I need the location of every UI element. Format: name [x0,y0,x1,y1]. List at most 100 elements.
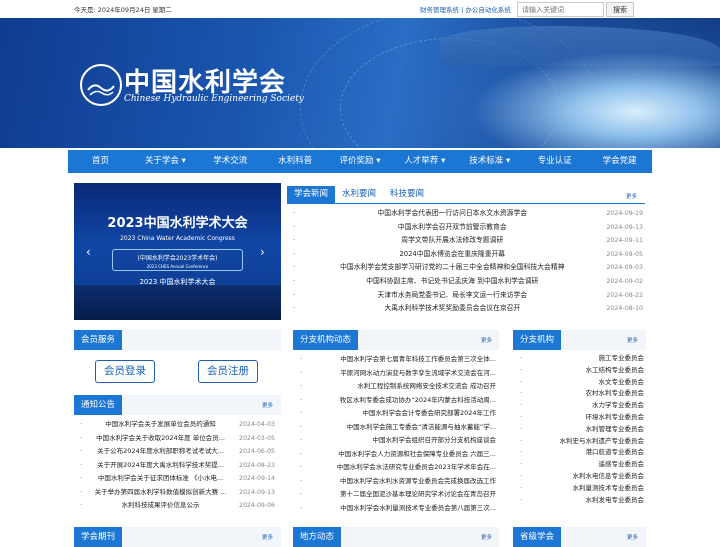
list-item[interactable]: 水文专业委员会 [520,377,645,389]
list-item[interactable]: 农村水利专业委员会 [520,388,645,400]
nav-home[interactable]: 首页 [68,150,133,173]
slider-city-image [74,285,281,320]
list-item[interactable]: 水利科技成果评价信息公示2024-09-06 [80,499,275,513]
nav-talent[interactable]: 人才举荐 ▾ [392,150,457,173]
slider-prev-icon[interactable]: ‹ [86,245,91,259]
list-item[interactable]: 中国水利学会第七届青年科技工作委员会第三次全体... [300,353,496,367]
list-item[interactable]: 水利量测技术专业委员会 [520,483,645,495]
list-item[interactable]: 中国水利学会召开双节前警示教育会2024-09-13 [293,221,643,235]
list-item[interactable]: 中国水利学会关于征求团体标准 《小水电...2024-09-14 [80,472,275,486]
member-login-button[interactable]: 会员登录 [95,360,155,383]
news-more-link[interactable]: 更多 [626,192,637,200]
branch-news-title: 分支机构动态 [293,330,359,350]
list-item[interactable]: 水工结构专业委员会 [520,365,645,377]
list-item[interactable]: 中国水利学会施工专委会“清洁能源与抽水蓄能”学... [300,421,496,435]
list-item[interactable]: 水力学专业委员会 [520,400,644,412]
list-item[interactable]: 中国水利学会水利量测技术专业委员会第八届第三次... [300,502,496,516]
top-bar: 今天是: 2024年09月24日 星期二 财务管理系统 | 办公自动化系统 搜索 [0,0,720,18]
nav-certification[interactable]: 专业认证 [522,150,587,173]
local-news-header: 地方动态 [293,527,499,547]
list-item[interactable]: 第十二届全国泥沙基本理论研究学术讨论会在青岛召开 [300,488,496,502]
list-item[interactable]: 牧区水利专委会成功协办“2024年内蒙古科技活动周... [300,394,496,408]
slider-title: 2023中国水利学术大会 [107,216,248,231]
tab-water-news[interactable]: 水利要闻 [335,186,384,203]
tab-underline [287,203,645,204]
news-list: 中国水利学会代表团一行访问日本水文水资源学会2024-09-19 中国水利学会召… [293,207,643,316]
member-panel-title: 会员服务 [74,330,123,350]
nav-standards[interactable]: 技术标准 ▾ [457,150,522,173]
list-item[interactable]: 平原河网水动力演变与数字孪生流域学术交流会在河... [300,367,496,381]
list-item[interactable]: 关于公布2024年度水利部职称考试考试大...2024-06-05 [80,445,275,459]
list-item[interactable]: 水利工程控制系统网络安全技术交流会 成功召开 [300,380,496,394]
local-news-title: 地方动态 [293,527,342,547]
list-item[interactable]: 中国水利学会人力资源和社会保障专业委员会 六届三... [300,448,496,462]
list-item[interactable]: 环境水利专业委员会 [520,412,645,424]
list-item[interactable]: 中国水利学会水法研究专业委员会2023年学术年会在... [300,461,496,475]
list-item[interactable]: 水利水电信息专业委员会 [520,471,645,483]
branches-title: 分支机构 [513,330,562,350]
list-item[interactable]: 遥感专业委员会 [520,459,645,471]
nav-party[interactable]: 学会党建 [587,150,652,173]
branches-list: 施工专业委员会 水工结构专业委员会 水文专业委员会 农村水利专业委员会 水力学专… [520,353,645,507]
member-register-button[interactable]: 会员注册 [198,360,258,383]
branches-more-link[interactable]: 更多 [627,336,638,344]
notice-panel-title: 通知公告 [74,395,123,415]
list-item[interactable]: 中国水利学会代表团一行访问日本水文水资源学会2024-09-19 [293,207,643,221]
notice-panel-header: 通知公告 [74,395,281,415]
list-item[interactable]: 关于举办第四届水利学科数值模拟创新大赛 ...2024-09-13 [80,486,275,500]
nav-awards[interactable]: 评价奖励 ▾ [328,150,393,173]
branch-news-list: 中国水利学会第七届青年科技工作委员会第三次全体... 平原河网水动力演变与数字孪… [300,353,496,515]
nav-about[interactable]: 关于学会 ▾ [133,150,198,173]
notice-list: 中国水利学会关于发展单位会员的通知2024-04-03 中国水利学会关于收取20… [80,418,275,513]
tab-society-news[interactable]: 学会新闻 [287,186,336,203]
slider-title-en: 2023 China Water Academic Congress [120,235,235,242]
slider-next-icon[interactable]: › [260,245,265,259]
news-slider[interactable]: 2023中国水利学术大会 2023 China Water Academic C… [74,183,281,320]
finance-system-link[interactable]: 财务管理系统 [420,4,459,14]
list-item[interactable]: 中国水利学会关于收取2024年度 单位会员...2024-03-05 [80,432,275,446]
list-item[interactable]: 中国水利学会党支部学习研讨党的二十届三中全会精神和全国科技大会精神2024-09… [293,261,643,275]
current-date: 今天是: 2024年09月24日 星期二 [74,6,172,14]
banner-dam-image [380,18,720,148]
slider-box-title: (中国水利学会2023学术年会) [137,255,218,262]
branch-news-header: 分支机构动态 [293,330,499,350]
provincial-title: 省级学会 [513,527,562,547]
list-item[interactable]: 水利发电专业委员会 [520,495,645,507]
tab-tech-news[interactable]: 科技要闻 [383,186,432,203]
link-divider: | [461,6,464,14]
header-banner: 中国水利学会 Chinese Hydraulic Engineering Soc… [0,18,720,148]
list-item[interactable]: 中国水利学会水利水资源专业委员会完成换届改选工作 [300,475,496,489]
search-input[interactable] [517,2,604,17]
top-links: 财务管理系统 | 办公自动化系统 [420,4,511,14]
journal-panel-header: 学会期刊 [74,527,281,547]
slider-box-sub: 2023 CHES Annual Conference [146,264,209,269]
notice-more-link[interactable]: 更多 [262,401,273,409]
list-item[interactable]: 大禹水利科学技术奖奖励委员会会议在京召开2024-08-10 [293,302,643,316]
nav-science-pop[interactable]: 水利科普 [263,150,328,173]
list-item[interactable]: 周学文带队开展水法修改专题调研2024-09-11 [293,234,643,248]
journal-panel-title: 学会期刊 [74,527,123,547]
list-item[interactable]: 港口航道专业委员会 [520,447,645,459]
list-item[interactable]: 水利管理专业委员会 [520,424,645,436]
list-item[interactable]: 施工专业委员会 [520,353,645,365]
news-tabs: 学会新闻 水利要闻 科技要闻 [287,186,432,203]
list-item[interactable]: 2024中国水博览会在重庆隆重开幕2024-09-05 [293,248,643,262]
list-item[interactable]: 天津市水务局党委书记、局长李文运一行来访学会2024-08-22 [293,289,643,303]
list-item[interactable]: 中国水利学会关于发展单位会员的通知2024-04-03 [80,418,275,432]
list-item[interactable]: 水利史与水利遗产专业委员会 [520,436,645,448]
search-button[interactable]: 搜索 [606,2,634,17]
list-item[interactable]: 中国科协副主席、书记处书记孟庆海 到中国水利学会调研2024-09-02 [293,275,643,289]
list-item[interactable]: 关于开展2024年度大禹水利科学技术奖提...2024-08-23 [80,459,275,473]
office-system-link[interactable]: 办公自动化系统 [465,4,511,14]
list-item[interactable]: 中国水利学会组织召开部分分支机构座谈会 [300,434,497,448]
logo-wave-icon [87,84,115,96]
list-item[interactable]: 中国水利学会会计专委会研究部署2024年工作 [300,407,496,421]
branch-news-more-link[interactable]: 更多 [481,336,492,344]
slider-lower-text: 2023 中国水利学术大会 [139,278,216,286]
member-panel-header: 会员服务 [74,330,281,350]
nav-academic[interactable]: 学术交流 [198,150,263,173]
society-name-en: Chinese Hydraulic Engineering Society [124,94,304,104]
slider-subtitle-box: (中国水利学会2023学术年会) 2023 CHES Annual Confer… [112,249,243,271]
society-logo-icon [80,64,122,106]
main-nav: 首页 关于学会 ▾ 学术交流 水利科普 评价奖励 ▾ 人才举荐 ▾ 技术标准 ▾… [68,150,652,173]
